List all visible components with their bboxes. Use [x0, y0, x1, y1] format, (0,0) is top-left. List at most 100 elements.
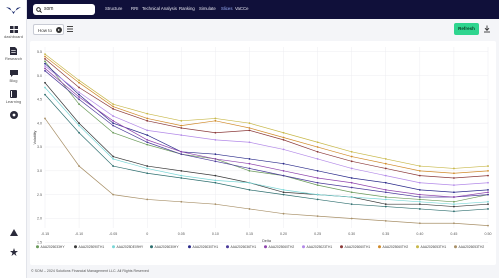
data-point[interactable] [316, 141, 319, 144]
sidebar-item-research[interactable]: Research [0, 47, 27, 61]
data-point[interactable] [78, 93, 80, 96]
search-input[interactable]: som [33, 4, 95, 15]
data-point[interactable] [350, 181, 353, 184]
data-point[interactable] [44, 58, 46, 60]
data-point[interactable] [282, 162, 285, 165]
data-point[interactable] [146, 129, 149, 132]
data-point[interactable] [248, 208, 251, 210]
series-line-0[interactable] [44, 61, 489, 203]
data-point[interactable] [316, 177, 319, 179]
legend-label[interactable]: AAA2026053TH1 [421, 245, 447, 249]
data-point[interactable] [44, 55, 46, 58]
data-point[interactable] [112, 108, 115, 110]
data-point[interactable] [384, 205, 387, 208]
legend-label[interactable]: AAA2026060TH1 [345, 245, 371, 249]
sidebar-item-alerts[interactable] [0, 229, 27, 236]
data-point[interactable] [248, 127, 251, 129]
data-point[interactable] [350, 160, 353, 163]
data-point[interactable] [112, 165, 115, 167]
data-point[interactable] [146, 172, 149, 175]
data-point[interactable] [350, 186, 353, 189]
data-point[interactable] [282, 212, 285, 215]
data-point[interactable] [487, 200, 489, 203]
data-point[interactable] [282, 191, 285, 194]
data-point[interactable] [487, 191, 489, 194]
data-point[interactable] [453, 205, 455, 208]
data-point[interactable] [384, 167, 387, 170]
data-point[interactable] [248, 141, 251, 144]
data-point[interactable] [146, 165, 149, 167]
data-point[interactable] [180, 119, 183, 122]
data-point[interactable] [214, 181, 217, 184]
data-point[interactable] [418, 198, 421, 201]
data-point[interactable] [282, 169, 285, 172]
data-point[interactable] [248, 188, 251, 191]
data-point[interactable] [418, 174, 421, 177]
legend-label[interactable]: AAA2026030HY [155, 245, 180, 249]
data-point[interactable] [180, 200, 183, 203]
legend-label[interactable]: AAA2025060TH2 [383, 245, 409, 249]
data-point[interactable] [146, 134, 149, 137]
data-point[interactable] [112, 103, 115, 106]
data-point[interactable] [418, 193, 421, 196]
data-point[interactable] [146, 112, 149, 115]
data-point[interactable] [44, 67, 46, 70]
data-point[interactable] [282, 148, 285, 151]
series-line-10[interactable] [44, 53, 489, 169]
data-point[interactable] [350, 177, 353, 179]
data-point[interactable] [78, 122, 80, 125]
legend-label[interactable]: AAA2026033HY [41, 245, 66, 249]
data-point[interactable] [487, 174, 489, 177]
legend-label[interactable]: AAA2026030TH1 [193, 245, 219, 249]
sidebar-item-dashboard[interactable]: dashboard [0, 26, 27, 39]
nav-ranking[interactable]: Ranking [179, 6, 195, 11]
data-point[interactable] [78, 96, 80, 98]
data-point[interactable] [350, 191, 353, 194]
data-point[interactable] [453, 177, 455, 179]
data-point[interactable] [146, 141, 149, 144]
nav-structure[interactable]: Structure [105, 6, 122, 11]
data-point[interactable] [487, 188, 489, 191]
data-point[interactable] [487, 208, 489, 210]
data-point[interactable] [112, 115, 115, 117]
data-point[interactable] [248, 167, 251, 170]
data-point[interactable] [350, 196, 353, 198]
legend-label[interactable]: AAA2025060TH2 [269, 245, 295, 249]
data-point[interactable] [214, 203, 217, 206]
data-point[interactable] [350, 167, 353, 170]
data-point[interactable] [180, 169, 183, 172]
data-point[interactable] [180, 127, 183, 129]
data-point[interactable] [44, 53, 46, 56]
sidebar-item-support[interactable] [0, 111, 27, 119]
data-point[interactable] [214, 138, 217, 141]
data-point[interactable] [350, 155, 353, 158]
data-point[interactable] [384, 162, 387, 165]
data-point[interactable] [384, 198, 387, 201]
data-point[interactable] [146, 143, 149, 146]
data-point[interactable] [78, 91, 80, 94]
refresh-button[interactable]: Refresh [454, 23, 479, 35]
data-point[interactable] [44, 69, 46, 72]
data-point[interactable] [214, 174, 217, 177]
data-point[interactable] [78, 79, 80, 82]
data-point[interactable] [282, 174, 285, 177]
data-point[interactable] [282, 188, 285, 191]
data-point[interactable] [384, 174, 387, 177]
data-point[interactable] [350, 150, 353, 153]
data-point[interactable] [44, 60, 46, 63]
data-point[interactable] [78, 165, 80, 167]
data-point[interactable] [112, 155, 115, 158]
data-point[interactable] [316, 146, 319, 148]
data-point[interactable] [214, 153, 217, 156]
data-point[interactable] [453, 172, 455, 175]
data-point[interactable] [418, 165, 421, 167]
data-point[interactable] [487, 165, 489, 167]
nav-vacce[interactable]: VaCCe [235, 6, 249, 11]
nav-slices[interactable]: Slices [221, 6, 232, 11]
data-point[interactable] [453, 196, 455, 198]
data-point[interactable] [248, 162, 251, 165]
data-point[interactable] [418, 203, 421, 206]
data-point[interactable] [282, 138, 285, 141]
data-point[interactable] [453, 200, 455, 203]
data-point[interactable] [180, 150, 183, 153]
